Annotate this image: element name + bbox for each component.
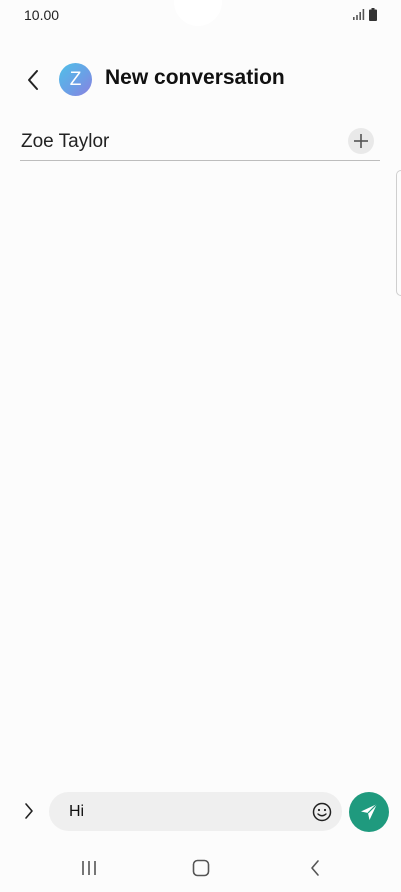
home-button[interactable]: [188, 856, 214, 880]
plus-icon: [354, 134, 368, 148]
battery-icon: [369, 8, 377, 21]
recipient-name[interactable]: Zoe Taylor: [21, 131, 109, 153]
status-time: 10.00: [24, 7, 60, 23]
recipient-field[interactable]: Zoe Taylor: [20, 122, 380, 161]
message-input[interactable]: [69, 792, 294, 831]
camera-notch: [174, 0, 222, 26]
recent-apps-icon: [82, 861, 96, 875]
home-icon: [192, 859, 210, 877]
back-nav-button[interactable]: [302, 856, 328, 880]
expand-options-button[interactable]: [18, 798, 40, 824]
chevron-right-icon: [25, 803, 33, 819]
status-bar: 10.00: [0, 0, 401, 30]
message-box: [49, 792, 342, 831]
header: Z New conversation: [0, 56, 401, 104]
back-button[interactable]: [20, 66, 46, 94]
chevron-left-icon: [28, 70, 38, 90]
recent-apps-button[interactable]: [76, 856, 102, 880]
avatar[interactable]: Z: [59, 63, 92, 96]
page-title: New conversation: [105, 66, 285, 89]
side-panel-handle[interactable]: [396, 170, 401, 296]
send-button[interactable]: [349, 792, 389, 832]
emoji-button[interactable]: [311, 801, 333, 823]
add-recipient-button[interactable]: [348, 128, 374, 154]
navigation-bar: [0, 846, 401, 892]
signal-icon: [353, 9, 365, 20]
paper-plane-icon: [361, 803, 378, 820]
back-icon: [311, 860, 319, 876]
smiley-icon: [312, 802, 332, 822]
